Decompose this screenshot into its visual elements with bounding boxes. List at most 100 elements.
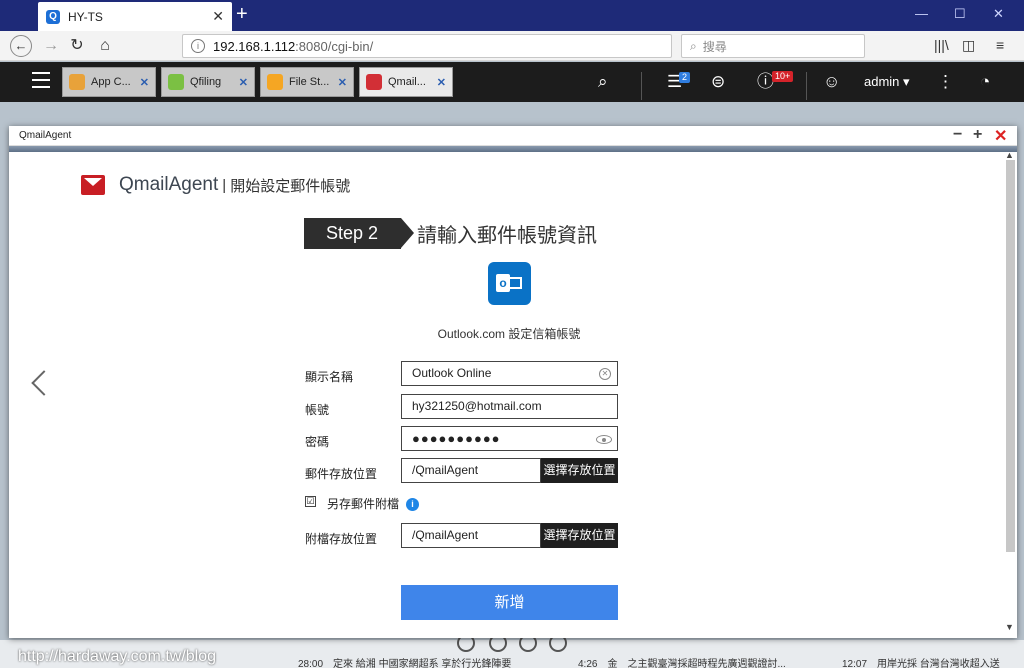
close-tab-icon[interactable]: ✕ <box>239 76 248 89</box>
window-stripe <box>9 146 1017 152</box>
notification-count-badge: 10+ <box>772 71 794 82</box>
library-icon[interactable]: |||\ <box>934 37 949 53</box>
mail-path-label: 郵件存放位置 <box>305 467 378 481</box>
qmailagent-logo-icon <box>81 175 105 195</box>
browser-navbar: ← → ↻ ⌂ i 192.168.1.112:8080/cgi-bin/ ⌕ … <box>0 31 1024 61</box>
maximize-window-icon[interactable]: ☐ <box>954 6 966 22</box>
info-icon[interactable]: i <box>406 498 419 511</box>
qts-tab-label: App C... <box>91 76 131 88</box>
divider <box>806 72 807 100</box>
display-name-label: 顯示名稱 <box>305 370 354 384</box>
search-icon[interactable]: ⌕ <box>598 72 608 92</box>
menu-icon[interactable]: ≡ <box>996 37 1004 53</box>
qts-tab-label: Qmail... <box>388 76 426 88</box>
scroll-down-icon[interactable]: ▼ <box>1005 622 1014 632</box>
qts-tab-label: Qfiling <box>190 76 222 88</box>
qmailagent-window: QmailAgent − + ✕ ▲ ▼ QmailAgent | 開始設定郵件… <box>9 126 1017 638</box>
attachment-path-label: 附檔存放位置 <box>305 532 378 546</box>
choose-mail-path-button[interactable]: 選擇存放位置 <box>541 458 618 483</box>
tab-title: HY-TS <box>68 9 103 24</box>
add-button[interactable]: 新增 <box>401 585 618 620</box>
more-options-icon[interactable]: ⋮ <box>937 72 954 92</box>
brand-separator: | <box>222 176 227 194</box>
desktop-text: 28:00 定來 給湘 中國家網超系 享於行光鋒陣要 <box>298 659 512 668</box>
qts-tab-qmailagent[interactable]: Qmail... ✕ <box>359 67 453 97</box>
save-attachments-label: 另存郵件附檔 <box>327 497 400 511</box>
save-attachments-checkbox[interactable]: ☑ <box>305 496 316 507</box>
scrollbar[interactable]: ▲ ▼ <box>1005 150 1015 634</box>
attachment-path-value: /QmailAgent <box>412 528 479 542</box>
watermark: http://hardaway.com.tw/blog <box>18 648 217 665</box>
main-menu-icon[interactable] <box>32 72 50 88</box>
previous-step-icon[interactable] <box>31 370 57 396</box>
qts-tab-label: File St... <box>289 76 330 88</box>
window-header: QmailAgent − + ✕ <box>9 126 1017 146</box>
search-icon: ⌕ <box>690 38 697 53</box>
account-input[interactable]: hy321250@hotmail.com <box>401 394 618 419</box>
password-value: ●●●●●●●●●● <box>412 431 501 446</box>
display-name-value: Outlook Online <box>412 366 492 380</box>
browser-tab[interactable]: Q HY-TS ✕ <box>38 2 232 31</box>
show-password-icon[interactable] <box>596 435 612 444</box>
display-name-input[interactable]: Outlook Online ✕ <box>401 361 618 386</box>
scroll-up-icon[interactable]: ▲ <box>1005 150 1014 160</box>
close-tab-icon[interactable]: ✕ <box>140 76 149 89</box>
brand-name: QmailAgent <box>119 174 219 195</box>
account-value: hy321250@hotmail.com <box>412 399 542 413</box>
maximize-icon[interactable]: + <box>973 126 982 144</box>
user-avatar-icon[interactable]: ☺ <box>823 72 840 92</box>
close-window-icon[interactable]: ✕ <box>993 6 1004 22</box>
dashboard-icon[interactable]: ◔ <box>980 72 990 92</box>
browser-titlebar: Q HY-TS ✕ + — ☐ ✕ <box>0 0 1024 31</box>
qts-tab-file-station[interactable]: File St... ✕ <box>260 67 354 97</box>
file-station-icon <box>267 74 283 90</box>
password-input[interactable]: ●●●●●●●●●● <box>401 426 618 451</box>
qmail-icon <box>366 74 382 90</box>
provider-label: Outlook.com 設定信箱帳號 <box>437 327 581 341</box>
mail-path-input[interactable]: /QmailAgent <box>401 458 541 483</box>
user-menu[interactable]: admin ▾ <box>864 74 910 90</box>
outlook-icon: o <box>488 262 531 305</box>
close-tab-icon[interactable]: ✕ <box>212 8 224 25</box>
choose-attachment-path-button[interactable]: 選擇存放位置 <box>541 523 618 548</box>
sidebar-icon[interactable]: ◫ <box>962 37 975 54</box>
search-placeholder: 搜尋 <box>702 39 727 54</box>
qnap-favicon-icon: Q <box>46 9 60 24</box>
scroll-thumb[interactable] <box>1006 160 1015 552</box>
url-host: 192.168.1.112 <box>213 38 296 54</box>
close-tab-icon[interactable]: ✕ <box>338 76 347 89</box>
desktop-text: 12:07 用岸光採 台灣台灣收超入送 <box>842 659 1000 668</box>
search-input[interactable]: ⌕ 搜尋 <box>681 34 865 58</box>
qts-tab-qfiling[interactable]: Qfiling ✕ <box>161 67 255 97</box>
divider <box>641 72 642 100</box>
minimize-window-icon[interactable]: — <box>915 6 928 21</box>
qts-topbar: App C... ✕ Qfiling ✕ File St... ✕ Qmail.… <box>0 62 1024 102</box>
home-icon[interactable]: ⌂ <box>94 35 116 57</box>
clear-icon[interactable]: ✕ <box>599 368 611 380</box>
password-label: 密碼 <box>305 435 330 449</box>
qts-tab-app-center[interactable]: App C... ✕ <box>62 67 156 97</box>
close-icon[interactable]: ✕ <box>994 126 1007 146</box>
app-center-icon <box>69 74 85 90</box>
forward-icon[interactable]: → <box>40 35 62 57</box>
url-path: :8080/cgi-bin/ <box>295 38 374 54</box>
minimize-icon[interactable]: − <box>953 126 962 144</box>
close-tab-icon[interactable]: ✕ <box>437 76 446 89</box>
mail-path-value: /QmailAgent <box>412 463 479 477</box>
account-label: 帳號 <box>305 403 330 417</box>
url-bar[interactable]: i 192.168.1.112:8080/cgi-bin/ <box>182 34 672 58</box>
desktop-text: 4:26 金 之主觀臺灣採超時程先廣週觀證討... <box>578 659 786 668</box>
qfiling-icon <box>168 74 184 90</box>
reload-icon[interactable]: ↻ <box>66 35 88 57</box>
window-title: QmailAgent <box>19 130 72 141</box>
brand-subtitle: 開始設定郵件帳號 <box>230 177 351 195</box>
external-device-icon[interactable]: ⊜ <box>711 72 725 92</box>
brand-header: QmailAgent | 開始設定郵件帳號 <box>81 174 350 196</box>
step-indicator: Step 2 <box>304 218 414 249</box>
attachment-path-input[interactable]: /QmailAgent <box>401 523 541 548</box>
back-icon[interactable]: ← <box>10 35 32 57</box>
task-count-badge: 2 <box>679 72 691 83</box>
step-title: 請輸入郵件帳號資訊 <box>417 225 597 247</box>
new-tab-icon[interactable]: + <box>236 4 248 24</box>
info-icon[interactable]: i <box>191 39 205 53</box>
